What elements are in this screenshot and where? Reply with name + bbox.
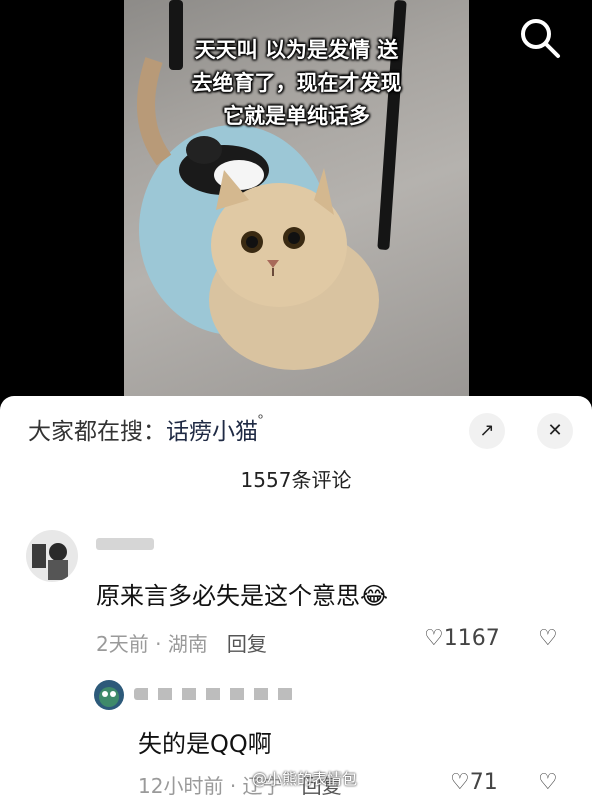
reply-button[interactable]: 回复 (227, 632, 267, 656)
watermark: @小熊的表情包 (252, 770, 358, 788)
broken-heart-icon: ♡ (538, 770, 558, 795)
comment-location: 湖南 (167, 632, 208, 656)
username-redacted (134, 688, 294, 700)
search-small-icon: ᵒ (258, 412, 264, 427)
expand-button[interactable]: ↗ (469, 413, 505, 449)
close-button[interactable]: ✕ (537, 413, 573, 449)
dislike-button[interactable]: ♡ (538, 626, 558, 651)
video-player[interactable]: 天天叫 以为是发情 送 去绝育了，现在才发现 它就是单纯话多 (0, 0, 592, 400)
trending-search: 大家都在搜：话痨小猫ᵒ (28, 412, 263, 446)
expand-icon: ↗ (479, 420, 495, 441)
meta-separator: · (229, 774, 237, 798)
comments-sheet: 大家都在搜：话痨小猫ᵒ ↗ ✕ 1557条评论 原来言多必失是这个意思😂 2天前… (0, 396, 592, 800)
username-redacted (96, 538, 154, 550)
broken-heart-icon: ♡ (538, 626, 558, 651)
like-count: 1167 (443, 626, 500, 651)
dislike-button[interactable]: ♡ (538, 770, 558, 795)
heart-icon: ♡ (424, 626, 444, 651)
search-icon (521, 19, 560, 58)
comment-text: 失的是QQ啊 (138, 730, 272, 758)
laughing-emoji-icon: 😂 (360, 582, 389, 610)
comment-count: 1557条评论 (240, 468, 352, 492)
search-button[interactable] (516, 14, 564, 62)
avatar[interactable] (26, 530, 78, 582)
meta-separator: · (155, 632, 162, 656)
avatar[interactable] (94, 680, 124, 710)
like-button[interactable]: ♡1167 (424, 626, 500, 651)
trending-keyword[interactable]: 话痨小猫 (166, 419, 258, 445)
like-count: 71 (469, 770, 498, 795)
caption-line: 它就是单纯话多 (223, 104, 370, 128)
comment-time: 12小时前 (138, 774, 224, 798)
comment-text: 原来言多必失是这个意思😂 (96, 582, 389, 610)
video-caption: 天天叫 以为是发情 送 去绝育了，现在才发现 它就是单纯话多 (124, 34, 469, 133)
close-icon: ✕ (547, 420, 563, 441)
trending-prefix: 大家都在搜： (28, 419, 166, 445)
caption-line: 去绝育了，现在才发现 (191, 71, 402, 95)
comment-time: 2天前 (96, 632, 149, 656)
like-button[interactable]: ♡71 (450, 770, 498, 795)
caption-line: 天天叫 以为是发情 送 (194, 38, 399, 62)
heart-icon: ♡ (450, 770, 470, 795)
comment-meta: 2天前 · 湖南 回复 (96, 628, 267, 657)
